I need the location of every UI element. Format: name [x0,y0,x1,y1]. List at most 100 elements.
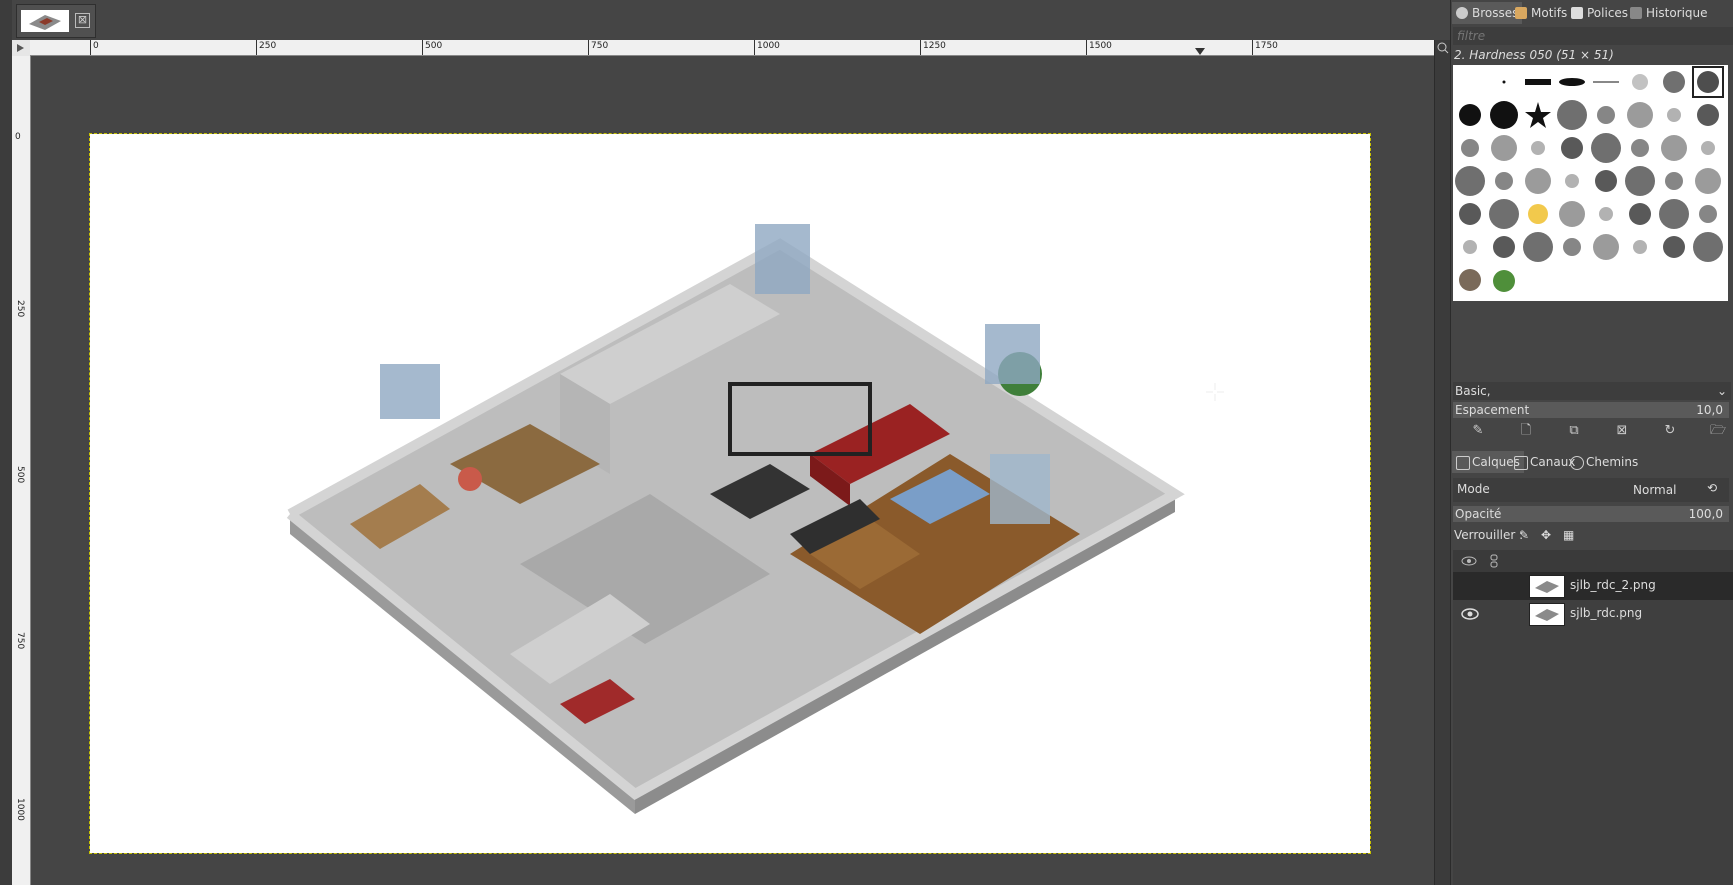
brush-cell[interactable] [1692,231,1724,263]
refresh-brushes-icon[interactable]: ↻ [1661,422,1679,440]
brush-cell[interactable] [1488,198,1520,230]
brush-cell[interactable] [1590,231,1622,263]
brush-cell[interactable] [1488,264,1520,296]
lock-alpha-icon[interactable]: ▦ [1563,525,1574,545]
brush-cell[interactable] [1556,198,1588,230]
zoom-icon[interactable] [1437,42,1449,54]
layer-row[interactable]: sjlb_rdc.png [1453,600,1733,628]
brush-cell[interactable] [1454,99,1486,131]
brush-cell[interactable] [1488,99,1520,131]
mode-select[interactable]: Normal ⌄ [1633,480,1695,517]
brush-cell[interactable] [1488,231,1520,263]
brush-cell[interactable] [1624,231,1656,263]
brush-cell[interactable] [1658,198,1690,230]
selected-brush-name: 2. Hardness 050 (51 × 51) [1454,48,1614,62]
brush-cell[interactable] [1590,165,1622,197]
brush-grid[interactable] [1453,65,1728,301]
image-canvas[interactable] [89,133,1371,854]
brush-cell[interactable] [1556,165,1588,197]
brush-cell[interactable] [1454,165,1486,197]
brush-cell[interactable] [1522,165,1554,197]
brush-cell[interactable] [1522,132,1554,164]
open-folder-icon[interactable]: 🗁 [1709,422,1727,440]
layer-row[interactable]: sjlb_rdc_2.png [1453,572,1733,600]
tab-label: Historique [1646,6,1708,20]
brush-preset-select[interactable]: Basic, ⌄ [1453,382,1731,400]
pattern-icon [1515,7,1527,19]
brush-cell[interactable] [1624,198,1656,230]
close-tab-icon[interactable]: ⊠ [75,13,90,28]
brush-cell[interactable] [1556,132,1588,164]
pointer-marker-icon [1195,48,1205,55]
brush-cell[interactable] [1624,132,1656,164]
lock-position-icon[interactable]: ✥ [1541,525,1551,545]
brush-cell[interactable] [1556,66,1588,98]
brush-cell[interactable] [1556,231,1588,263]
lego-floorplan-render [286,224,1185,814]
brush-filter-input[interactable] [1453,27,1733,45]
brush-cell[interactable] [1658,165,1690,197]
horizontal-ruler[interactable]: 0 250 500 750 1000 1250 1500 1750 [30,40,1434,56]
brush-cell[interactable] [1658,231,1690,263]
selected-brush-highlight [1692,66,1724,98]
preset-value: Basic, [1455,384,1491,398]
delete-brush-icon[interactable]: ⊠ [1613,422,1631,440]
tab-patterns[interactable]: Motifs [1511,2,1571,24]
ruler-label: 250 [15,300,25,318]
brush-cell[interactable] [1522,198,1554,230]
spacing-slider[interactable]: Espacement 10,0 [1453,402,1729,418]
layer-name: sjlb_rdc_2.png [1570,578,1656,592]
brush-cell[interactable] [1454,264,1486,296]
brush-cell[interactable] [1658,66,1690,98]
reset-mode-icon[interactable]: ⟲ [1707,481,1717,495]
brush-cell[interactable] [1624,66,1656,98]
ruler-label: 1000 [757,41,780,51]
brush-cell[interactable] [1454,231,1486,263]
tab-label: Polices [1587,6,1629,20]
image-thumbnail [21,10,69,32]
brush-cell[interactable] [1454,198,1486,230]
paths-icon [1570,456,1584,470]
brush-cell[interactable] [1488,165,1520,197]
lock-label: Verrouiller : [1454,528,1524,542]
image-tab[interactable]: ⊠ [16,4,96,38]
brush-cell[interactable] [1590,198,1622,230]
brush-cell[interactable] [1692,99,1724,131]
new-brush-icon[interactable]: 🗋 [1517,422,1535,440]
brush-cell[interactable] [1590,99,1622,131]
visibility-eye-icon[interactable] [1461,605,1479,623]
tab-label: Chemins [1586,455,1639,469]
brush-icon [1456,7,1468,19]
brush-cell[interactable] [1624,99,1656,131]
brush-cell[interactable] [1522,231,1554,263]
edit-brush-icon[interactable]: ✎ [1469,422,1487,440]
brush-cell[interactable] [1522,99,1554,131]
duplicate-brush-icon[interactable]: ⧉ [1565,422,1583,440]
brush-cell[interactable] [1488,132,1520,164]
brush-cell[interactable] [1590,132,1622,164]
brush-cell[interactable] [1658,99,1690,131]
brush-cell[interactable] [1624,165,1656,197]
layers-icon [1456,456,1470,470]
brush-cell[interactable] [1488,66,1520,98]
ruler-label: 750 [15,632,25,650]
brush-cell[interactable] [1454,132,1486,164]
vertical-scrollbar[interactable] [1434,40,1451,885]
tab-history[interactable]: Historique [1626,2,1712,24]
vertical-ruler[interactable]: 0 250 500 750 1000 [12,56,31,885]
lock-pixels-icon[interactable]: ✎ [1519,525,1529,545]
ruler-corner[interactable] [12,40,31,57]
tab-paths[interactable]: Chemins [1566,451,1642,473]
opacity-slider[interactable]: Opacité 100,0 [1453,506,1729,522]
brush-cell[interactable] [1692,132,1724,164]
brush-cell[interactable] [1658,132,1690,164]
brush-cell[interactable] [1590,66,1622,98]
brush-cell[interactable] [1692,198,1724,230]
layers-dock-tabs: Calques Canaux Chemins [1450,450,1733,474]
layers-list-header [1453,550,1733,572]
brush-cell[interactable] [1692,165,1724,197]
tab-fonts[interactable]: Polices [1567,2,1632,24]
brush-cell[interactable] [1556,99,1588,131]
brush-cell[interactable] [1454,66,1486,98]
brush-cell[interactable] [1522,66,1554,98]
